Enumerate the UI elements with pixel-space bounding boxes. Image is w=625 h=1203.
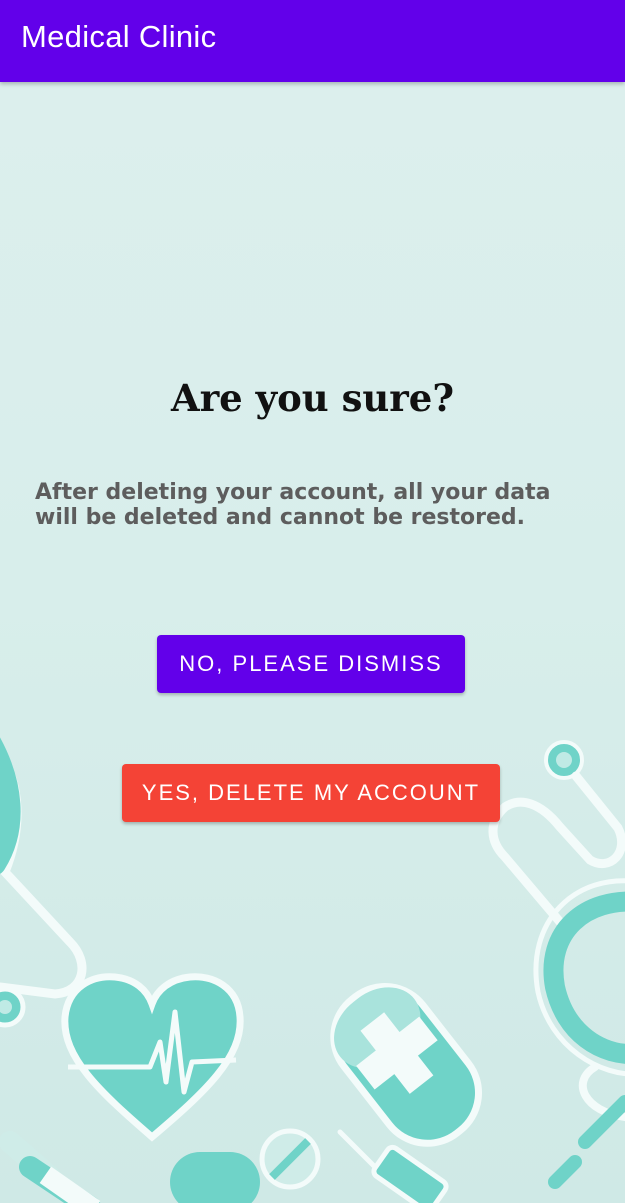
- app-title: Medical Clinic: [21, 19, 217, 54]
- app-bar: Medical Clinic: [0, 0, 625, 82]
- heart-ecg-icon: [61, 973, 244, 1142]
- content-area: Are you sure? After deleting your accoun…: [0, 82, 625, 1203]
- pill-icon: [0, 1128, 321, 1203]
- delete-account-button[interactable]: YES, DELETE MY ACCOUNT: [122, 764, 500, 822]
- stethoscope-icon: [488, 740, 625, 1121]
- confirmation-heading: Are you sure?: [170, 376, 455, 420]
- stethoscope-icon: [0, 737, 87, 1028]
- warning-message: After deleting your account, all your da…: [35, 480, 551, 530]
- dismiss-button[interactable]: NO, PLEASE DISMISS: [157, 635, 465, 693]
